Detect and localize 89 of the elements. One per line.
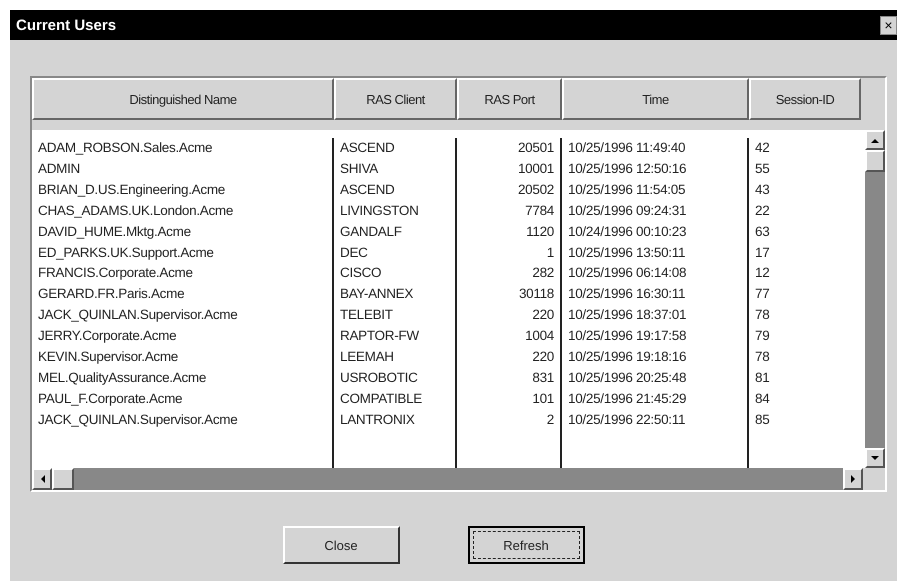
table-cell: 42 [755,140,770,155]
table-cell: MEL.QualityAssurance.Acme [38,370,206,385]
table-cell: JACK_QUINLAN.Supervisor.Acme [38,307,238,322]
table-cell: 43 [755,182,770,197]
scroll-up-button[interactable] [865,130,885,150]
table-cell: 78 [755,307,770,322]
table-cell: 63 [755,224,770,239]
table-cell: KEVIN.Supervisor.Acme [38,349,178,364]
table-cell: 10/25/1996 06:14:08 [568,265,686,280]
table-cell: JACK_QUINLAN.Supervisor.Acme [38,412,238,427]
table-cell: FRANCIS.Corporate.Acme [38,265,193,280]
table-cell: TELEBIT [340,307,393,322]
table-cell: 2 [546,412,554,427]
column-header[interactable]: Session-ID [749,78,861,120]
table-cell: GANDALF [340,224,402,239]
table-cell: 10/25/1996 12:50:16 [568,160,686,176]
table-cell: 10/25/1996 13:50:11 [568,244,686,260]
table-cell: 10/25/1996 09:24:31 [568,202,686,218]
scroll-thumb[interactable] [865,150,885,172]
table-cell: 10/25/1996 11:49:40 [568,140,686,155]
table-cell: 282 [532,265,554,280]
column-header[interactable]: Time [562,78,749,120]
table-cell: BRIAN_D.US.Engineering.Acme [38,182,225,197]
table-cell: RAPTOR-FW [340,328,419,344]
table-cell: DAVID_HUME.Mktg.Acme [38,224,191,239]
scroll-right-button[interactable] [843,468,863,490]
table-cell: ED_PARKS.UK.Support.Acme [38,244,214,260]
table-cell: CHAS_ADAMS.UK.London.Acme [38,202,234,218]
table-cell: 10/25/1996 19:18:16 [568,349,686,364]
table-cell: 85 [755,412,770,427]
table-cell: GERARD.FR.Paris.Acme [38,286,184,302]
column-header[interactable]: RAS Client [334,78,457,120]
table-cell: LIVINGSTON [340,202,419,218]
table-cell: BAY-ANNEX [340,286,414,302]
table-cell: 10/25/1996 16:30:11 [568,286,686,302]
table-cell: 17 [755,244,770,260]
table-cell: LANTRONIX [340,412,415,427]
table-cell: 20501 [518,140,554,155]
table-cell: 55 [755,160,770,176]
table-cell: ASCEND [340,182,394,197]
table-cell: 101 [532,390,554,406]
down-arrow-icon [871,456,879,460]
table-cell: COMPATIBLE [340,390,422,406]
table-cell: 1004 [525,328,554,344]
table-cell: 10/24/1996 00:10:23 [568,224,686,239]
table-cell: 84 [755,390,770,406]
table-cell: 81 [755,370,770,385]
table-cell: 7784 [525,202,554,218]
table-cell: ASCEND [340,140,394,155]
table-cell: 1 [546,244,554,260]
table-cell: 12 [755,265,770,280]
table-cell: CISCO [340,265,382,280]
up-arrow-icon [871,138,879,142]
table-cell: 220 [532,307,554,322]
table-cell: DEC [340,244,368,260]
table-cell: 10/25/1996 18:37:01 [568,307,686,322]
table-cell: ADAM_ROBSON.Sales.Acme [38,140,212,155]
table-cell: 831 [532,370,554,385]
refresh-button[interactable]: Refresh [468,526,584,564]
scroll-left-button[interactable] [32,468,52,490]
table-cell: 10/25/1996 11:54:05 [568,182,686,197]
table-cell: 10/25/1996 22:50:11 [568,412,686,427]
table-cell: 10/25/1996 19:17:58 [568,328,686,344]
table-cell: 77 [755,286,770,302]
table-cell: 10/25/1996 20:25:48 [568,370,686,385]
table-cell: 30118 [518,286,554,302]
table-cell: PAUL_F.Corporate.Acme [38,390,182,406]
table-cell: 10/25/1996 21:45:29 [568,390,686,406]
table-cell: LEEMAH [340,349,394,364]
table-cell: 78 [755,349,770,364]
table-cell: 1120 [526,224,554,239]
left-arrow-icon [40,475,44,483]
close-button[interactable]: Close [282,526,400,564]
right-arrow-icon [850,475,856,483]
table-cell: 20502 [518,182,554,197]
scroll-down-button[interactable] [865,448,885,468]
table-cell: 220 [532,349,554,364]
scroll-thumb[interactable] [52,468,74,490]
table-cell: 22 [755,202,770,218]
table-cell: USROBOTIC [340,370,418,385]
column-header[interactable]: RAS Port [457,78,562,120]
table-cell: JERRY.Corporate.Acme [38,328,176,344]
window-title: Current Users [16,16,116,34]
table-cell: 10001 [518,160,554,176]
close-button[interactable]: × [880,16,897,34]
table-cell: SHIVA [340,160,378,176]
column-header[interactable]: Distinguished Name [32,78,334,120]
table-cell: 79 [755,328,770,344]
table-cell: ADMIN [38,160,80,176]
